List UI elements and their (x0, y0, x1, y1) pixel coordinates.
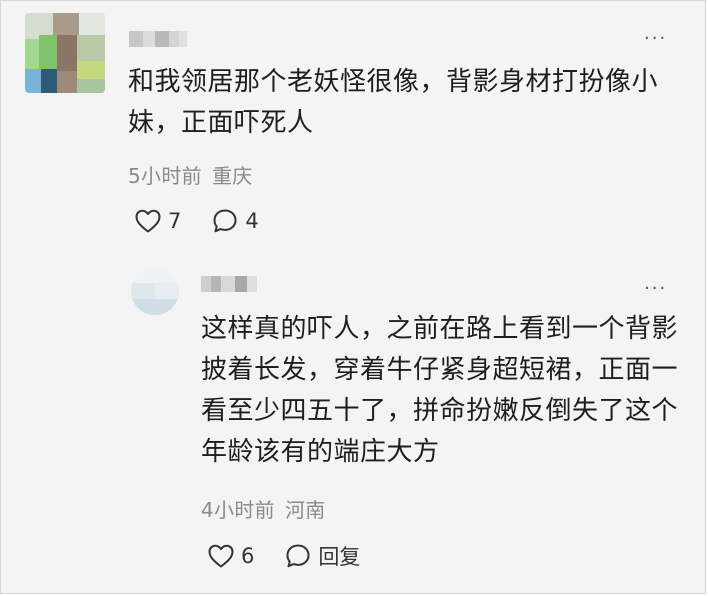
comment-time: 5小时前 (128, 164, 202, 188)
comment-text: 这样真的吓人，之前在路上看到一个背影披着长发，穿着牛仔紧身超短裙，正面一看至少四… (201, 314, 679, 467)
more-dots-icon[interactable]: ··· (644, 280, 667, 298)
comment-button[interactable]: 4 (211, 207, 259, 235)
reply-count: 4 (245, 209, 259, 233)
like-count: 7 (168, 209, 182, 233)
comment-thread: ··· 和我领居那个老妖怪很像，背影身材打扮像小妹，正面吓死人 5小时前 重庆 7… (0, 0, 706, 594)
comment-time: 4小时前 (201, 498, 275, 522)
reply-button[interactable]: 回复 (284, 541, 360, 571)
heart-outline-icon (207, 543, 235, 569)
action-bar: 6 回复 (207, 541, 360, 571)
like-button[interactable]: 7 (134, 208, 181, 234)
avatar[interactable] (25, 13, 105, 93)
comment-meta: 5小时前 重庆 (128, 160, 253, 189)
comment-location: 河南 (284, 498, 326, 522)
like-button[interactable]: 6 (207, 543, 254, 569)
comment-location: 重庆 (211, 164, 253, 188)
reply-label: 回复 (318, 545, 361, 569)
action-bar: 7 4 (134, 207, 259, 235)
username-blurred[interactable] (201, 276, 257, 294)
comment-meta: 4小时前 河南 (201, 494, 326, 523)
username-blurred[interactable] (129, 31, 187, 49)
like-count: 6 (241, 544, 255, 568)
avatar[interactable] (131, 267, 179, 315)
speech-bubble-icon (284, 542, 312, 570)
comment-text: 和我领居那个老妖怪很像，背影身材打扮像小妹，正面吓死人 (128, 67, 659, 138)
heart-outline-icon (134, 208, 162, 234)
more-dots-icon[interactable]: ··· (644, 30, 667, 48)
speech-bubble-icon (211, 207, 239, 235)
